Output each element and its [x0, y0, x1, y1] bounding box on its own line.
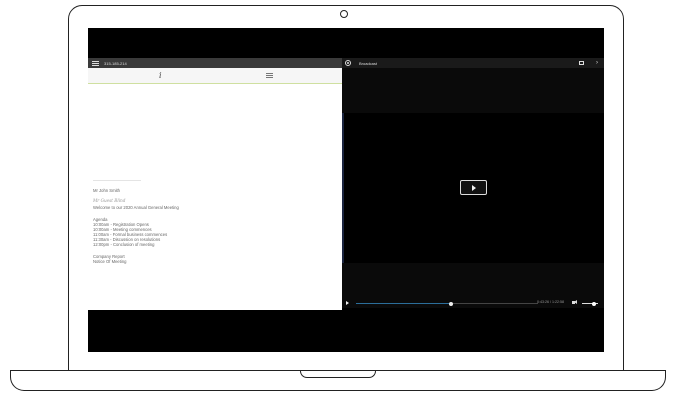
document-body: Mr John Smith Mr Guest Blind Welcome to …	[88, 84, 342, 310]
broadcast-icon	[345, 60, 351, 66]
doc-line: 12:00pm - Conclusion of meeting	[93, 242, 155, 247]
panel-divider	[342, 113, 344, 263]
fullscreen-icon[interactable]	[579, 61, 584, 65]
play-icon[interactable]	[346, 301, 349, 305]
chevron-right-icon[interactable]: ›	[596, 59, 598, 67]
video-title: Broadcast	[359, 60, 378, 66]
doc-line: Mr John Smith	[93, 188, 120, 193]
camera-icon	[340, 10, 348, 18]
progress-handle[interactable]	[448, 301, 453, 306]
time-readout: 0:43:26 / 1:22:58	[537, 300, 564, 304]
volume-slider[interactable]	[582, 301, 598, 306]
meeting-id: 315-185-214	[104, 60, 127, 66]
volume-handle[interactable]	[592, 301, 596, 306]
divider	[93, 180, 141, 181]
video-controls: 0:43:26 / 1:22:58	[342, 298, 604, 308]
video-header: Broadcast ›	[342, 58, 604, 68]
doc-line: Welcome to our 2020 Annual General Meeti…	[93, 205, 179, 210]
info-icon[interactable]: i	[159, 71, 162, 80]
doc-link[interactable]: Notice Of Meeting	[93, 259, 127, 264]
volume-icon[interactable]	[572, 300, 577, 304]
notes-icon[interactable]	[266, 73, 273, 78]
hamburger-icon[interactable]	[92, 60, 99, 66]
progress-bar[interactable]	[356, 301, 538, 306]
screen: 315-185-214 i Mr John Smith Mr Guest Bli…	[88, 28, 604, 352]
document-header: 315-185-214	[88, 58, 342, 68]
laptop-notch	[300, 371, 376, 378]
progress-fill	[356, 303, 451, 304]
signature: Mr Guest Blind	[93, 198, 126, 203]
document-toolbar: i	[88, 68, 342, 84]
play-button[interactable]	[460, 180, 487, 195]
